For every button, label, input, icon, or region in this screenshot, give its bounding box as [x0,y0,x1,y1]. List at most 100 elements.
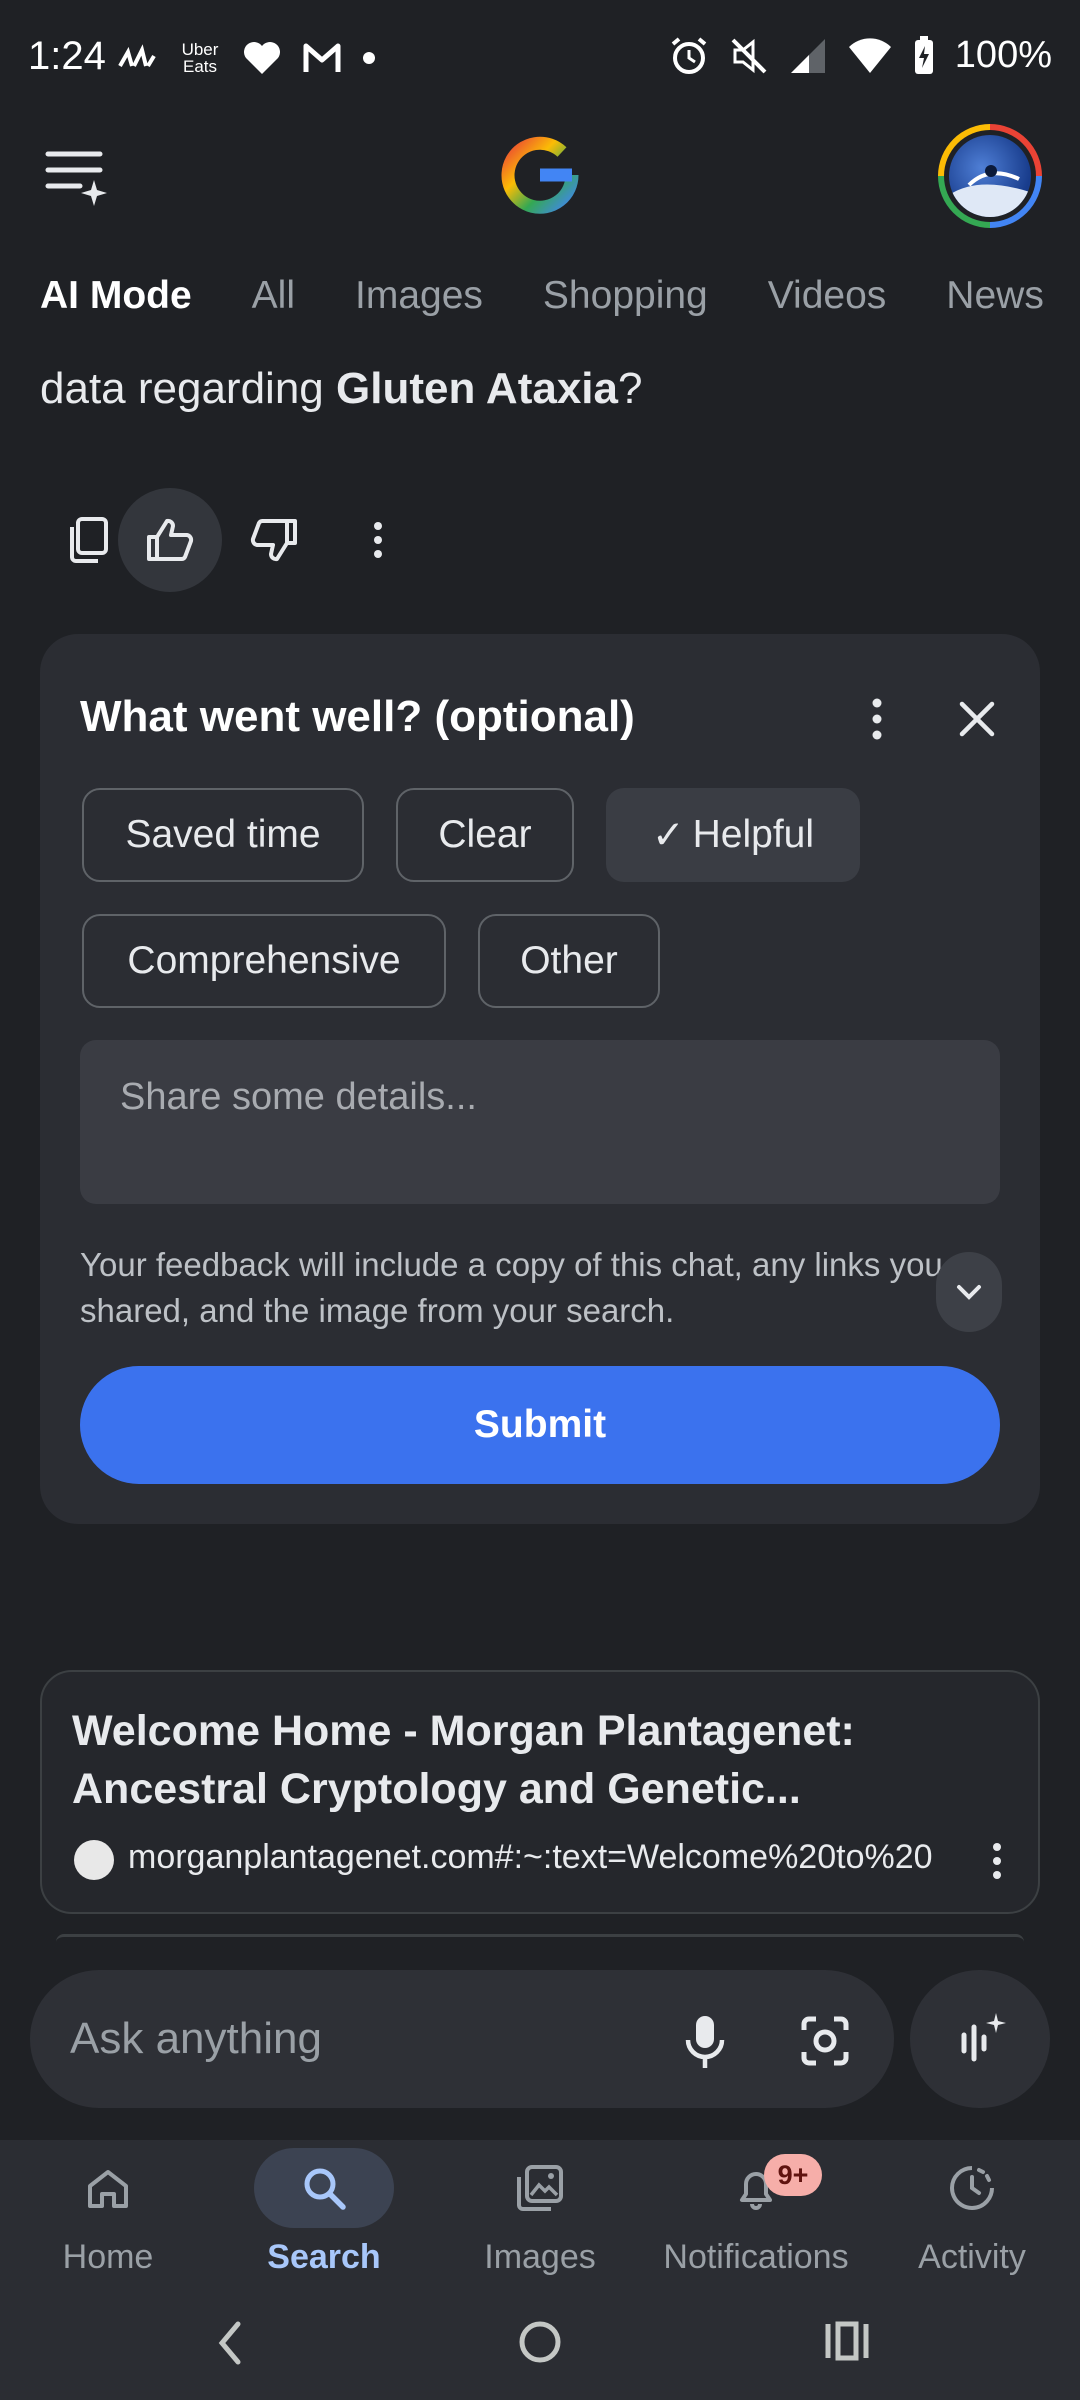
more-vert-icon [993,1843,1001,1879]
next-result-peek [56,1934,1024,1942]
tab-images[interactable]: Images [355,274,483,334]
chip-other[interactable]: Other [478,914,660,1008]
result-title[interactable]: Welcome Home - Morgan Plantagenet: Ances… [72,1702,992,1818]
feedback-close-button[interactable] [952,694,1002,744]
nav-icon-container [902,2148,1042,2228]
thumbs-down-icon [250,518,297,562]
tab-all[interactable]: All [252,274,295,334]
result-card[interactable]: Welcome Home - Morgan Plantagenet: Ances… [40,1670,1040,1914]
signal-strength-icon [118,44,156,68]
cell-signal-icon [790,38,825,73]
home-circle-icon[interactable] [516,2318,564,2366]
nav-icon-container: 9+ [686,2148,826,2228]
back-icon[interactable] [210,2318,250,2368]
recents-icon[interactable] [822,2318,872,2364]
system-navigation-bar [0,2300,1080,2400]
battery-percentage: 100% [954,34,1052,76]
uber-eats-icon: Uber Eats [178,41,222,75]
answer-suffix: ? [617,364,643,413]
profile-avatar[interactable] [938,124,1042,228]
chip-helpful[interactable]: ✓ Helpful [606,788,860,882]
tab-ai-mode[interactable]: AI Mode [40,274,192,334]
feedback-disclaimer: Your feedback will include a copy of thi… [80,1246,943,1329]
mute-icon [731,38,767,73]
copy-icon [70,517,108,563]
status-time: 1:24 [28,34,106,78]
chip-label: Saved time [125,813,321,856]
result-more-button[interactable] [982,1836,1012,1886]
lens-camera-icon [801,2016,849,2066]
images-icon [517,2165,563,2211]
feedback-card: What went well? (optional) Saved time Cl… [40,634,1040,1524]
chip-clear[interactable]: Clear [396,788,574,882]
google-logo[interactable] [500,135,580,215]
dot-icon [363,52,375,64]
avatar-image [949,135,1031,217]
submit-button[interactable]: Submit [80,1366,1000,1484]
result-favicon [74,1840,114,1880]
search-icon [304,2168,346,2210]
wifi-icon [848,37,891,73]
activity-icon [950,2166,994,2210]
google-g-logo [501,136,579,214]
chip-saved-time[interactable]: Saved time [82,788,364,882]
nav-label: Notifications [663,2238,849,2276]
gmail-icon [303,43,341,72]
nav-label: Home [62,2238,154,2276]
nav-activity[interactable]: Activity [864,2148,1080,2298]
ask-input[interactable] [70,2004,630,2074]
answer-prefix: data regarding [40,364,336,413]
more-vert-icon [374,522,382,558]
chip-comprehensive[interactable]: Comprehensive [82,914,446,1008]
notification-badge: 9+ [764,2154,822,2196]
nav-label: Images [484,2238,596,2276]
mic-icon [685,2016,725,2068]
thumbs-down-button[interactable] [222,488,326,592]
nav-images[interactable]: Images [432,2148,648,2298]
status-left-icons: Uber Eats [118,40,376,76]
menu-sparkle-icon [45,151,107,206]
nav-notifications[interactable]: 9+ Notifications [648,2148,864,2298]
tab-news[interactable]: News [946,274,1044,334]
status-right-icons: 100% [669,34,1052,77]
thumbs-up-button[interactable] [118,488,222,592]
avatar-ring [944,130,1036,222]
ai-mode-live-button[interactable] [910,1970,1050,2108]
battery-charging-icon [914,35,933,74]
chip-label: Other [520,939,618,982]
nav-label: Activity [918,2238,1026,2276]
chip-label: Comprehensive [127,939,401,982]
answer-text: data regarding Gluten Ataxia? [40,364,642,414]
nav-icon-container [470,2148,610,2228]
tab-shopping[interactable]: Shopping [543,274,708,334]
nav-search[interactable]: Search [216,2148,432,2298]
voice-search-button[interactable] [670,2006,740,2076]
ask-bar [30,1970,894,2108]
submit-label: Submit [473,1403,607,1446]
search-tabs: AI Mode All Images Shopping Videos News [40,274,1080,334]
nav-label: Search [267,2238,381,2276]
home-icon [88,2170,128,2208]
check-icon: ✓ [651,813,685,857]
more-vert-icon [872,698,882,740]
avatar-art [949,165,1031,217]
details-input[interactable] [80,1040,1000,1204]
result-url[interactable]: morganplantagenet.com#:~:text=Welcome%20… [128,1838,988,1877]
more-options-button[interactable] [326,488,430,592]
nav-home[interactable]: Home [0,2148,216,2298]
answer-bold: Gluten Ataxia [336,364,618,413]
sparkle-waveform-icon [961,2013,1006,2062]
status-bar: 1:24 Uber Eats 100% [0,0,1080,120]
menu-button[interactable] [44,146,114,210]
chip-label: Clear [438,813,532,856]
feedback-title: What went well? (optional) [80,692,635,741]
lens-button[interactable] [790,2006,860,2076]
alarm-icon [671,36,707,74]
nav-icon-container [38,2148,178,2228]
expand-button[interactable] [936,1252,1002,1332]
tab-videos[interactable]: Videos [768,274,887,334]
uber-eats-text: Uber Eats [181,40,219,76]
feedback-more-button[interactable] [862,694,892,744]
chip-label: Helpful [692,813,815,856]
close-icon [959,701,995,737]
